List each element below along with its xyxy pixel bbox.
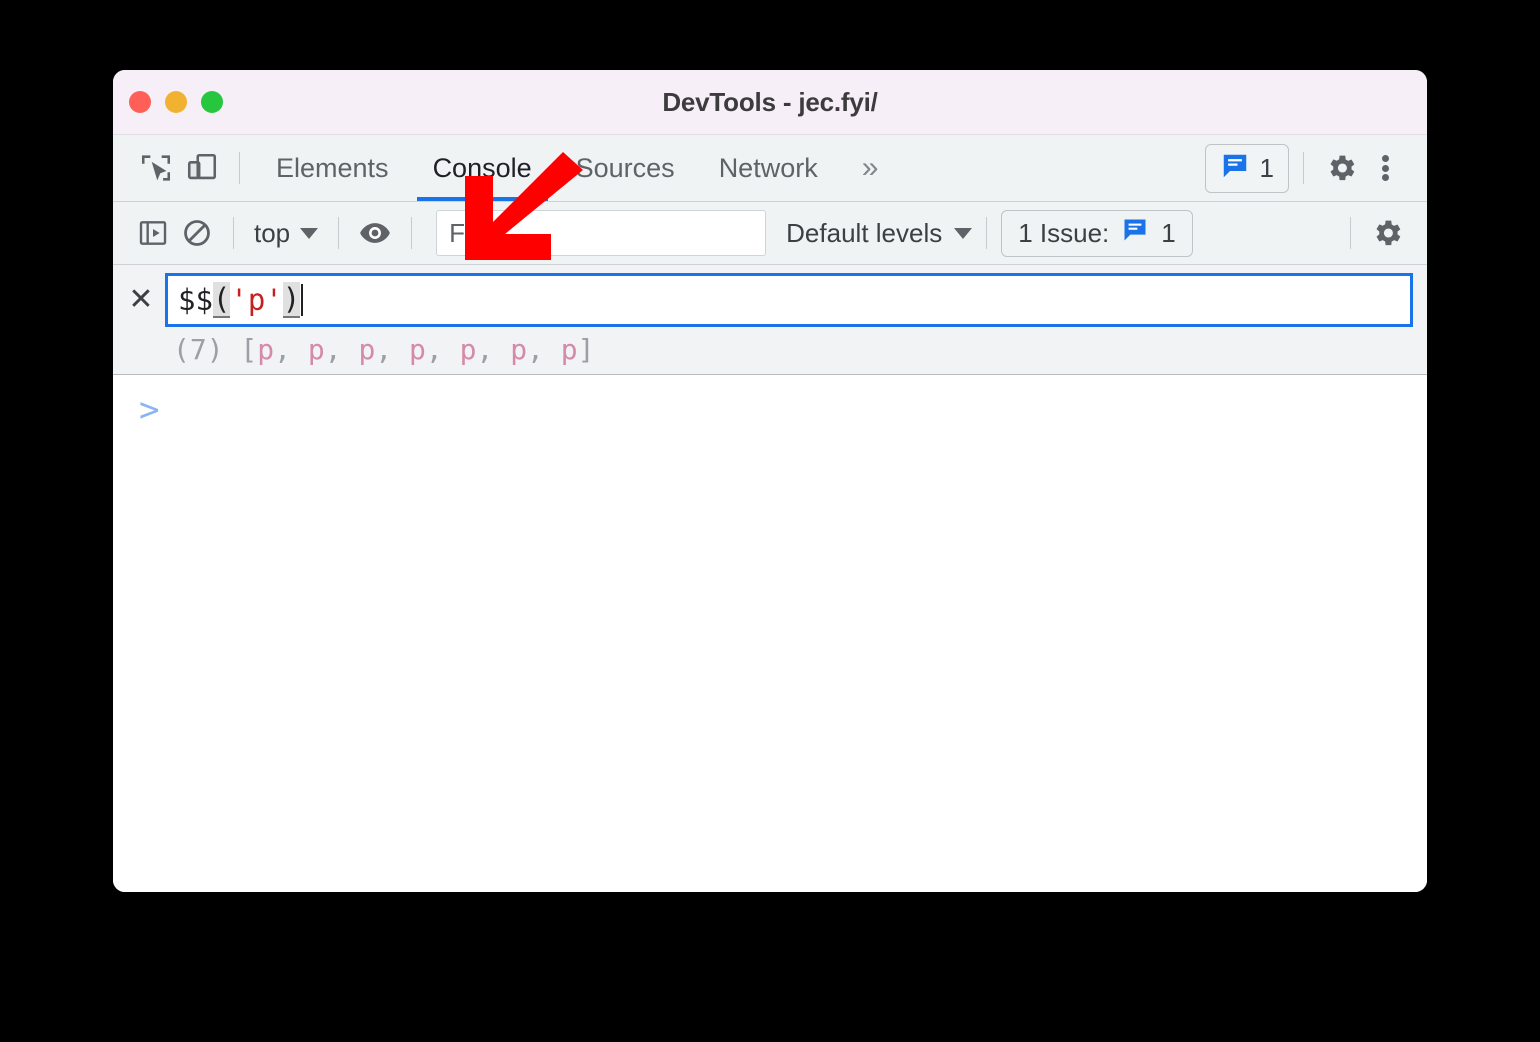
window-titlebar: DevTools - jec.fyi/ [113,70,1427,135]
result-separator: , [425,333,460,366]
close-x-icon[interactable]: ✕ [123,282,159,318]
console-entry: ✕ $$('p') (7) [p, p, p, p, p, p, p] [113,265,1427,375]
result-node[interactable]: p [308,333,325,366]
result-separator: , [476,333,511,366]
issues-counter-button[interactable]: 1 Issue: 1 [1001,209,1193,257]
console-toolbar-divider-4 [986,217,988,249]
filter-input[interactable]: Filter [436,210,767,256]
filter-placeholder: Filter [449,217,507,248]
result-separator: , [324,333,359,366]
window-title: DevTools - jec.fyi/ [662,86,878,117]
code-token-identifier: $$ [178,283,213,317]
tab-console[interactable]: Console [411,135,554,201]
issues-badge-count: 1 [1259,152,1274,183]
console-toolbar-right-group [1336,211,1427,255]
inspect-element-icon[interactable] [133,145,179,191]
result-separator: , [375,333,410,366]
console-result: (7) [p, p, p, p, p, p, p] [113,327,1427,368]
tabbar-right-group: 1 [1204,143,1427,193]
traffic-light-group [129,91,223,113]
issues-counter-count: 1 [1161,217,1176,248]
console-toolbar-divider-2 [338,217,340,249]
panel-tabs: Elements Console Sources Network » [254,135,900,201]
console-input-line: ✕ $$('p') [113,273,1427,327]
result-length-label: (7) [173,333,224,366]
console-toolbar-divider-5 [1350,217,1351,249]
tabbar-divider-1 [239,152,240,184]
device-toolbar-icon[interactable] [179,145,225,191]
console-code-input[interactable]: $$('p') [165,273,1413,327]
prompt-chevron-icon: > [139,390,160,430]
devtools-window: DevTools - jec.fyi/ Elements Console Sou… [113,70,1427,892]
screen: DevTools - jec.fyi/ Elements Console Sou… [0,0,1540,1042]
live-expression-eye-icon[interactable] [353,211,397,255]
console-toolbar: top Filter Default levels 1 Issue: 1 [113,202,1427,265]
result-node[interactable]: p [510,333,527,366]
text-cursor [301,284,304,316]
console-body: ✕ $$('p') (7) [p, p, p, p, p, p, p] > [113,265,1427,892]
console-settings-gear-icon[interactable] [1365,211,1409,255]
minimize-window-button[interactable] [165,91,187,113]
issues-counter-label: 1 Issue: [1018,217,1110,248]
chevron-down-icon [300,227,319,239]
log-levels-label: Default levels [786,217,943,248]
tab-elements[interactable]: Elements [254,135,411,201]
zoom-window-button[interactable] [201,91,223,113]
console-sidebar-toggle-icon[interactable] [131,211,175,255]
code-token-string: 'p' [230,283,283,317]
log-levels-selector[interactable]: Default levels [786,217,973,249]
code-token-close-paren: ) [282,282,301,318]
clear-console-icon[interactable] [175,211,219,255]
console-toolbar-divider-1 [233,217,234,249]
tab-sources[interactable]: Sources [554,135,697,201]
execution-context-label: top [254,217,291,248]
result-node[interactable]: p [409,333,426,366]
result-node[interactable]: p [257,333,274,366]
close-window-button[interactable] [129,91,151,113]
result-node[interactable]: p [358,333,375,366]
result-separator: , [274,333,308,366]
more-tabs-chevron-icon[interactable]: » [840,151,901,185]
console-prompt-row[interactable]: > [113,375,1427,892]
issues-badge-button[interactable]: 1 [1204,143,1289,193]
code-token-open-paren: ( [212,282,231,318]
result-separator: , [527,333,561,366]
result-node[interactable]: p [561,333,578,366]
chevron-down-icon [954,227,973,239]
tab-network[interactable]: Network [697,135,840,201]
result-close-bracket: ] [577,333,595,366]
issue-bubble-icon [1220,151,1250,186]
kebab-menu-icon[interactable] [1364,155,1407,181]
result-open-bracket: [ [223,333,258,366]
issue-bubble-icon [1121,216,1149,251]
result-node[interactable]: p [460,333,477,366]
console-toolbar-divider-3 [411,217,413,249]
tabbar-divider-2 [1303,152,1304,184]
gear-icon[interactable] [1318,145,1364,191]
execution-context-selector[interactable]: top [248,218,324,249]
devtools-tabbar: Elements Console Sources Network » 1 [113,135,1427,202]
